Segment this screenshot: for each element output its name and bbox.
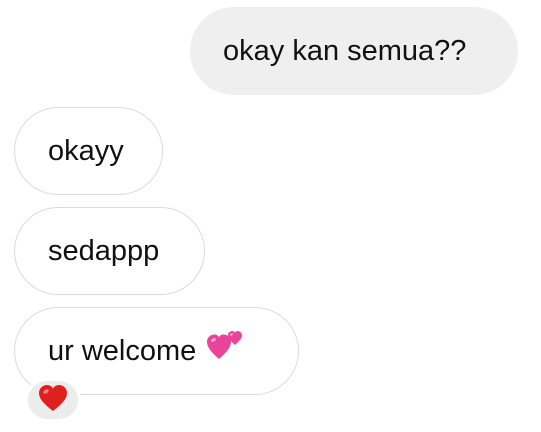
message-text: sedappp xyxy=(48,234,160,267)
red-heart-icon xyxy=(38,384,68,417)
two-hearts-icon xyxy=(206,325,244,369)
received-message-bubble[interactable]: sedappp xyxy=(14,207,205,295)
reaction-badge[interactable] xyxy=(25,378,81,422)
chat-thread: okay kan semua?? okayy sedappp ur welcom… xyxy=(0,0,541,432)
message-text: okay kan semua?? xyxy=(223,34,467,67)
message-text: ur welcome xyxy=(48,334,197,367)
received-message-bubble[interactable]: okayy xyxy=(14,107,163,195)
sent-message-bubble[interactable]: okay kan semua?? xyxy=(190,7,518,95)
message-text: okayy xyxy=(48,134,124,167)
